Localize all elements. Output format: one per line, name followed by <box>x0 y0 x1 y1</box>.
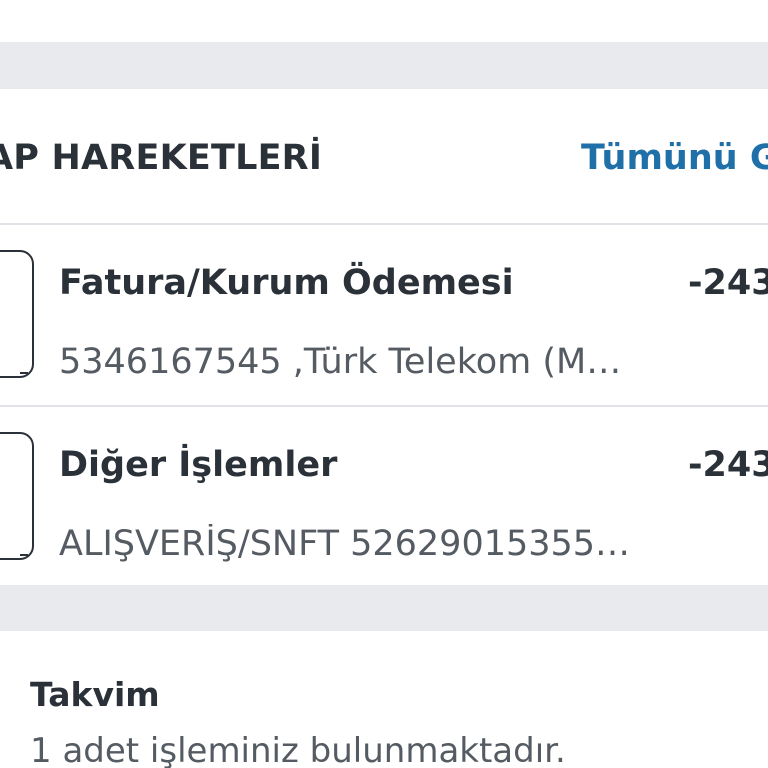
transaction-name: Diğer İşlemler <box>59 445 338 485</box>
transaction-amount: -243 <box>688 445 768 485</box>
calendar-subtitle: 1 adet işleminiz bulunmaktadır. <box>30 731 566 768</box>
calendar-title: Takvim <box>30 675 160 714</box>
account-transactions-card: AP HAREKETLERİ Tümünü G Fatura/Kurum Öde… <box>0 89 768 585</box>
screen: AP HAREKETLERİ Tümünü G Fatura/Kurum Öde… <box>0 0 768 768</box>
transaction-icon <box>0 432 34 560</box>
section-title: AP HAREKETLERİ <box>0 138 323 178</box>
transaction-amount: -243 <box>688 263 768 303</box>
transaction-icon <box>0 250 34 378</box>
transaction-row[interactable]: Diğer İşlemler ALIŞVERİŞ/SNFT 5262901535… <box>0 407 768 585</box>
calendar-card[interactable]: Takvim 1 adet işleminiz bulunmaktadır. <box>0 631 768 768</box>
transaction-description: 5346167545 ,Türk Telekom (M… <box>59 342 622 382</box>
account-transactions-header: AP HAREKETLERİ Tümünü G <box>0 89 768 225</box>
transaction-description: ALIŞVERİŞ/SNFT 52629015355… <box>59 524 631 564</box>
see-all-link[interactable]: Tümünü G <box>581 138 768 178</box>
top-card <box>0 0 768 42</box>
transaction-row[interactable]: Fatura/Kurum Ödemesi 5346167545 ,Türk Te… <box>0 225 768 407</box>
transaction-name: Fatura/Kurum Ödemesi <box>59 263 514 303</box>
